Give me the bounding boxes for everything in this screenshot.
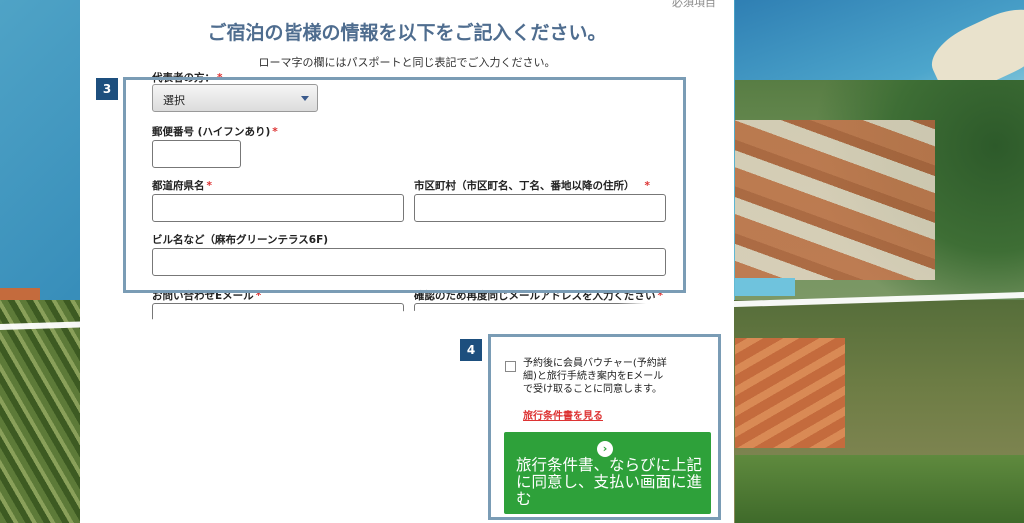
romaji-note: ローマ字の欄にはパスポートと同じ表記でご入力ください。: [258, 56, 556, 69]
lawn-photo: [735, 455, 1024, 523]
page-title: ご宿泊の皆様の情報を以下をご記入ください。: [207, 22, 607, 44]
step3-highlight: [123, 77, 686, 293]
agreement-box: 予約後に会員バウチャー(予約詳細)と旅行手続き案内をEメールで受け取ることに同意…: [497, 343, 721, 429]
agree-checkbox[interactable]: [505, 361, 516, 372]
resort-buildings-photo: [735, 120, 935, 280]
step3-badge: 3: [96, 78, 118, 100]
step4-badge: 4: [460, 339, 482, 361]
required-note: 必須項目: [672, 0, 716, 9]
chevron-right-circle-icon: ›: [597, 441, 613, 457]
proceed-to-payment-button[interactable]: › 旅行条件書、ならびに上記に同意し、支払い画面に進む: [504, 432, 711, 514]
proceed-button-label: 旅行条件書、ならびに上記に同意し、支払い画面に進む: [516, 456, 703, 508]
terms-link[interactable]: 旅行条件書を見る: [523, 407, 603, 422]
agreement-text: 予約後に会員バウチャー(予約詳細)と旅行手続き案内をEメールで受け取ることに同意…: [523, 358, 667, 395]
house-roof-photo: [735, 338, 845, 448]
